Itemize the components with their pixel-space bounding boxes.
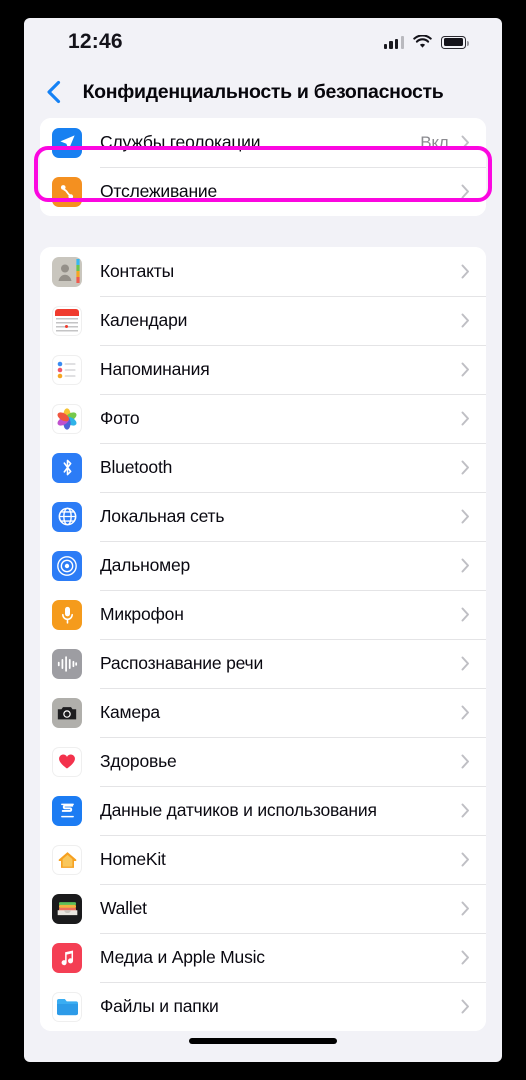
local-network-icon (52, 501, 82, 532)
home-indicator (189, 1038, 337, 1044)
row-label: Отслеживание (100, 181, 218, 201)
location-services-icon (52, 127, 82, 158)
wallet-icon (52, 893, 82, 924)
speech-recognition-icon (52, 648, 82, 679)
row-bluetooth[interactable]: Bluetooth (40, 443, 486, 492)
camera-icon (52, 697, 82, 728)
contacts-icon (52, 256, 82, 287)
chevron-right-icon (461, 754, 470, 769)
row-microphone[interactable]: Микрофон (40, 590, 486, 639)
chevron-right-icon (461, 135, 470, 150)
row-files-and-folders[interactable]: Файлы и папки (40, 982, 486, 1031)
chevron-right-icon (461, 999, 470, 1014)
battery-icon (441, 35, 469, 49)
row-photos[interactable]: Фото (40, 394, 486, 443)
row-label: Дальномер (100, 555, 191, 575)
microphone-icon (52, 599, 82, 630)
row-label: Службы геолокации (100, 132, 261, 152)
row-value: Вкл. (420, 132, 453, 152)
chevron-right-icon (461, 460, 470, 475)
calendar-icon (52, 305, 82, 336)
row-location-services[interactable]: Службы геолокации Вкл. (40, 118, 486, 167)
chevron-right-icon (461, 901, 470, 916)
chevron-right-icon (461, 656, 470, 671)
row-health[interactable]: Здоровье (40, 737, 486, 786)
sensor-data-icon (52, 795, 82, 826)
row-tracking[interactable]: Отслеживание (40, 167, 486, 216)
chevron-right-icon (461, 411, 470, 426)
wifi-icon (413, 35, 432, 48)
row-label: Распознавание речи (100, 653, 264, 673)
row-speech-recognition[interactable]: Распознавание речи (40, 639, 486, 688)
chevron-right-icon (461, 509, 470, 524)
row-label: Файлы и папки (100, 996, 219, 1016)
row-rangefinder[interactable]: Дальномер (40, 541, 486, 590)
row-label: Wallet (100, 898, 147, 918)
chevron-right-icon (461, 313, 470, 328)
back-chevron-icon[interactable] (42, 80, 64, 104)
chevron-right-icon (461, 607, 470, 622)
navigation-bar: Конфиденциальность и безопасность (24, 66, 502, 118)
homekit-icon (52, 844, 82, 875)
phone-screen: 12:46 Конфиденциальность и безопасность (24, 18, 502, 1062)
settings-scroll-area[interactable]: Службы геолокации Вкл. Отслеживание Конт… (24, 118, 502, 1031)
health-icon (52, 746, 82, 777)
row-label: Камера (100, 702, 160, 722)
chevron-right-icon (461, 184, 470, 199)
chevron-right-icon (461, 852, 470, 867)
row-label: Локальная сеть (100, 506, 225, 526)
cellular-signal-icon (383, 35, 404, 49)
page-title: Конфиденциальность и безопасность (82, 80, 444, 103)
row-label: Данные датчиков и использования (100, 800, 377, 820)
chevron-right-icon (461, 950, 470, 965)
chevron-right-icon (461, 558, 470, 573)
rangefinder-icon (52, 550, 82, 581)
row-label: Микрофон (100, 604, 184, 624)
row-apple-music[interactable]: Медиа и Apple Music (40, 933, 486, 982)
row-label: Медиа и Apple Music (100, 947, 265, 967)
row-wallet[interactable]: Wallet (40, 884, 486, 933)
row-sensor-data[interactable]: Данные датчиков и использования (40, 786, 486, 835)
settings-group-primary: Службы геолокации Вкл. Отслеживание (40, 118, 486, 216)
row-label: Bluetooth (100, 457, 173, 477)
row-label: Здоровье (100, 751, 177, 771)
settings-group-app-permissions: Контакты Календари Напоминания Фото Blue… (40, 247, 486, 1031)
row-calendars[interactable]: Календари (40, 296, 486, 345)
bluetooth-icon (52, 452, 82, 483)
photos-icon (52, 403, 82, 434)
status-bar: 12:46 (24, 18, 502, 66)
row-label: Контакты (100, 261, 174, 281)
row-label: Календари (100, 310, 188, 330)
status-bar-indicators (383, 35, 469, 49)
status-bar-clock: 12:46 (68, 30, 123, 53)
row-label: Фото (100, 408, 140, 428)
apple-music-icon (52, 942, 82, 973)
reminders-icon (52, 354, 82, 385)
chevron-right-icon (461, 803, 470, 818)
chevron-right-icon (461, 264, 470, 279)
row-reminders[interactable]: Напоминания (40, 345, 486, 394)
row-homekit[interactable]: HomeKit (40, 835, 486, 884)
files-icon (52, 991, 82, 1022)
tracking-icon (52, 176, 82, 207)
chevron-right-icon (461, 362, 470, 377)
chevron-right-icon (461, 705, 470, 720)
row-local-network[interactable]: Локальная сеть (40, 492, 486, 541)
row-label: HomeKit (100, 849, 166, 869)
row-label: Напоминания (100, 359, 210, 379)
row-camera[interactable]: Камера (40, 688, 486, 737)
row-contacts[interactable]: Контакты (40, 247, 486, 296)
